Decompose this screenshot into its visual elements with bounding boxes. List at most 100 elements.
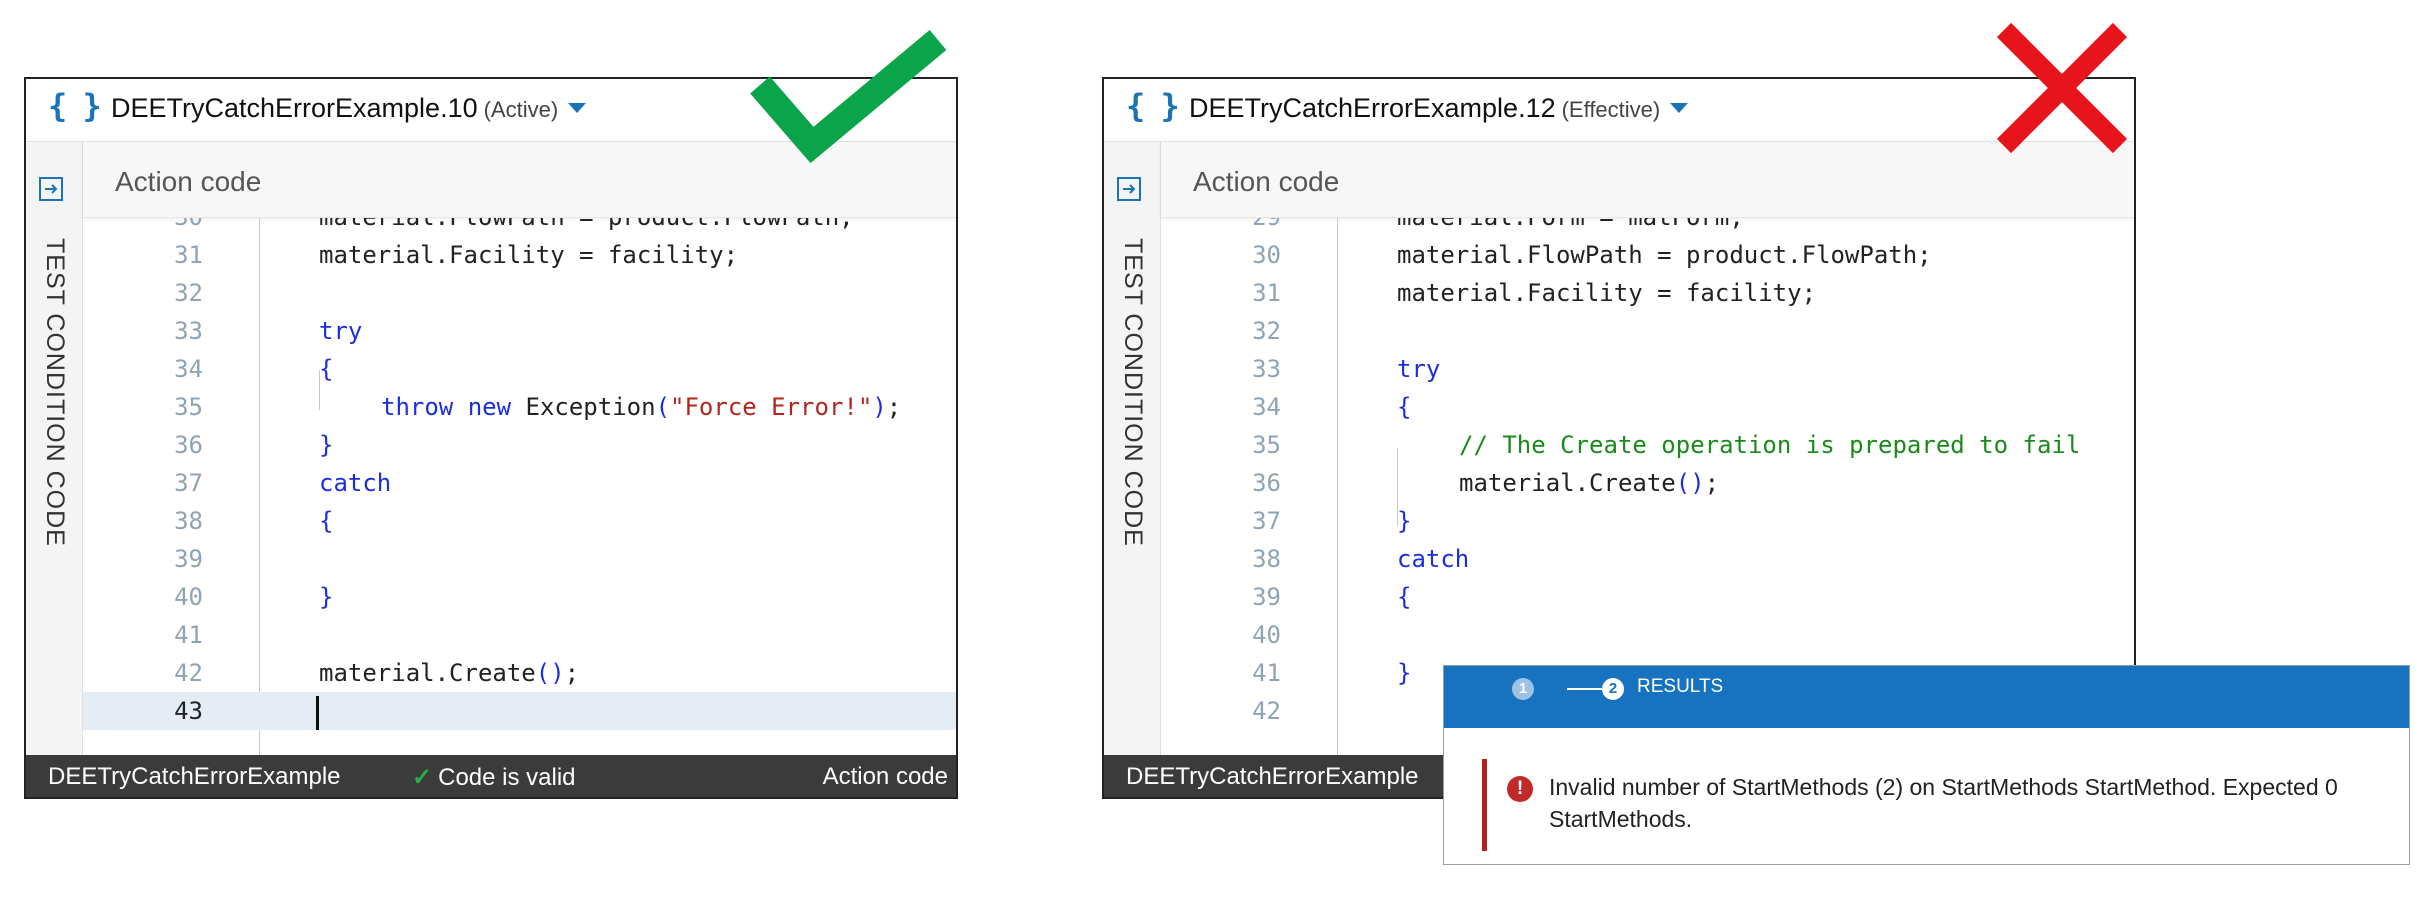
code-line: 33 try [83,312,956,350]
line-number: 33 [174,317,203,345]
line-number: 38 [174,507,203,535]
code-line: 38 catch [1161,540,2134,578]
line-number: 34 [174,355,203,383]
section-title: Action code [115,166,262,197]
code-line: 33 try [1161,350,2134,388]
line-number: 33 [1252,355,1281,383]
code-text-create: material.Create(); [319,659,580,687]
code-line: 36 material.Create(); [1161,464,2134,502]
code-text: } [1397,507,1412,535]
code-line: 34 { [1161,388,2134,426]
code-line: 32 [1161,312,2134,350]
caret-down-icon[interactable] [568,103,587,113]
code-text: { [319,507,334,535]
code-text: material.FlowPath = product.FlowPath; [319,218,854,236]
collapse-panel-icon[interactable] [38,176,64,202]
line-number: 40 [174,583,203,611]
collapse-panel-icon[interactable] [1116,176,1142,202]
side-strip: TEST CONDITION CODE [1104,142,1161,755]
line-number: 37 [1252,507,1281,535]
line-number: 30 [1252,241,1281,269]
line-number: 37 [174,469,203,497]
code-text: { [1397,583,1412,611]
line-number: 29 [1161,218,1281,236]
line-number: 41 [1252,659,1281,687]
code-line: 39 { [1161,578,2134,616]
results-step-label: RESULTS [1637,676,1724,697]
results-stepper: 1 2 RESULTS [1444,666,2409,728]
braces-icon: { } [1126,87,1180,125]
code-line: 37 catch [83,464,956,502]
line-number: 36 [1252,469,1281,497]
line-number: 36 [174,431,203,459]
line-number: 41 [174,621,203,649]
braces-icon: { } [48,87,102,125]
code-line: 36} [83,426,956,464]
line-number: 35 [1252,431,1281,459]
code-line: 40} [83,578,956,616]
code-editor[interactable]: 30material.FlowPath = product.FlowPath; … [83,218,956,755]
current-code-line: 43 [83,692,956,730]
version-state: (Effective) [1561,97,1661,122]
section-title: Action code [1193,166,1340,197]
line-number: 39 [174,545,203,573]
code-text: material.Facility = facility; [1397,279,1817,307]
code-text: try [319,317,363,345]
test-condition-code-tab[interactable]: TEST CONDITION CODE [40,238,69,547]
code-line: 34 { [83,350,956,388]
step-connector [1567,688,1602,690]
step-2-indicator[interactable]: 2 [1602,678,1624,700]
side-strip: TEST CONDITION CODE [26,142,83,755]
code-text-create: material.Create(); [1459,469,1720,497]
line-number: 32 [174,279,203,307]
code-text-throw: throw new Exception("Force Error!"); [381,393,902,421]
code-text: } [1397,659,1412,687]
code-text: catch [1397,545,1470,573]
version-state: (Active) [483,97,559,122]
code-line: 31 material.Facility = facility; [1161,274,2134,312]
results-dialog: 1 2 RESULTS ! Invalid number of StartMet… [1443,665,2410,865]
code-line: 42 material.Create(); [83,654,956,692]
version-selector[interactable]: DEETryCatchErrorExample.10 (Active) [111,93,587,124]
line-number: 31 [1252,279,1281,307]
line-number: 35 [174,393,203,421]
text-cursor [316,696,319,730]
code-text: } [319,583,334,611]
version-selector[interactable]: DEETryCatchErrorExample.12 (Effective) [1189,93,1689,124]
version-title: DEETryCatchErrorExample.10 [111,93,478,123]
code-text: material.FlowPath = product.FlowPath; [1397,241,1932,269]
code-text: material.Form = matForm; [1397,218,1744,236]
status-object-name: DEETryCatchErrorExample [48,763,341,790]
code-line: 38 { [83,502,956,540]
cross-icon [1996,22,2128,154]
error-message: ! Invalid number of StartMethods (2) on … [1482,759,2399,851]
code-text: material.Facility = facility; [319,241,739,269]
code-text: } [319,431,334,459]
section-header: Action code [1161,142,2134,218]
line-number: 40 [1252,621,1281,649]
code-comment: // The Create operation is prepared to f… [1459,431,2081,459]
version-title: DEETryCatchErrorExample.12 [1189,93,1556,123]
test-condition-code-tab[interactable]: TEST CONDITION CODE [1118,238,1147,547]
checkmark-icon: ✓ [412,764,433,791]
line-number: 43 [174,697,203,725]
error-icon: ! [1507,776,1533,802]
code-text: catch [319,469,392,497]
code-line: 37} [1161,502,2134,540]
checkmark-icon [750,30,947,164]
status-mode: Action code [822,763,948,790]
editor-title-bar: { } DEETryCatchErrorExample.12 (Effective… [1104,79,2134,142]
code-line: 29 material.Form = matForm; [1161,218,2134,236]
line-number: 30 [83,218,203,236]
code-line: 31 material.Facility = facility; [83,236,956,274]
line-number: 31 [174,241,203,269]
code-line: 30 material.FlowPath = product.FlowPath; [1161,236,2134,274]
code-line: 40 [1161,616,2134,654]
error-text: Invalid number of StartMethods (2) on St… [1549,774,2338,832]
caret-down-icon[interactable] [1670,103,1689,113]
code-line: 35 // The Create operation is prepared to… [1161,426,2134,464]
step-1-indicator[interactable]: 1 [1512,678,1534,700]
line-number: 34 [1252,393,1281,421]
code-text: { [1397,393,1412,421]
code-text: { [319,355,334,383]
